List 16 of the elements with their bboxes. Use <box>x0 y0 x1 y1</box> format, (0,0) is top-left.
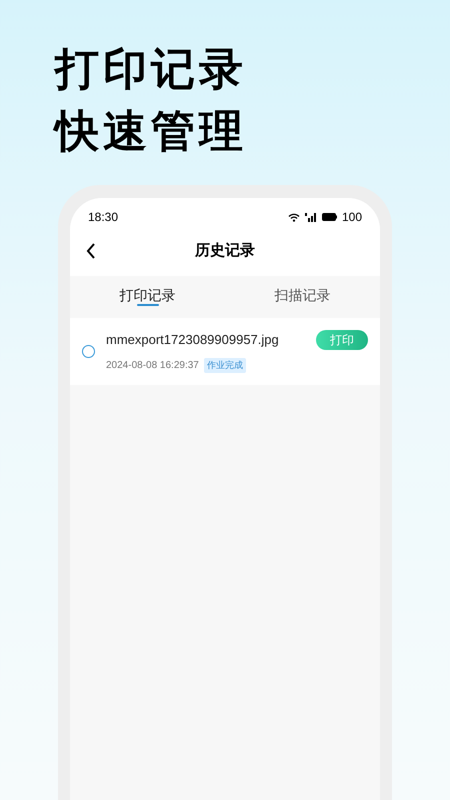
battery-level: 100 <box>342 209 362 226</box>
tab[interactable]: 扫描记录 <box>225 276 380 314</box>
status-tag: 作业完成 <box>204 358 246 373</box>
record-card[interactable]: mmexport1723089909957.jpg 2024-08-08 16:29:37 作业完成 打印 <box>70 318 380 385</box>
record-time: 2024-08-08 16:29:37 <box>106 358 199 373</box>
select-radio[interactable] <box>82 345 95 358</box>
status-time: 18:30 <box>88 209 118 226</box>
tab[interactable]: 打印记录 <box>70 276 225 314</box>
back-icon[interactable] <box>86 243 96 259</box>
signal-icon <box>304 212 317 222</box>
wifi-icon <box>288 212 300 222</box>
headline: 打印记录 <box>55 44 248 96</box>
headline: 快速管理 <box>55 106 248 158</box>
page-title: 历史记录 <box>195 240 255 261</box>
battery-icon <box>322 213 337 221</box>
file-name: mmexport1723089909957.jpg <box>106 331 280 349</box>
